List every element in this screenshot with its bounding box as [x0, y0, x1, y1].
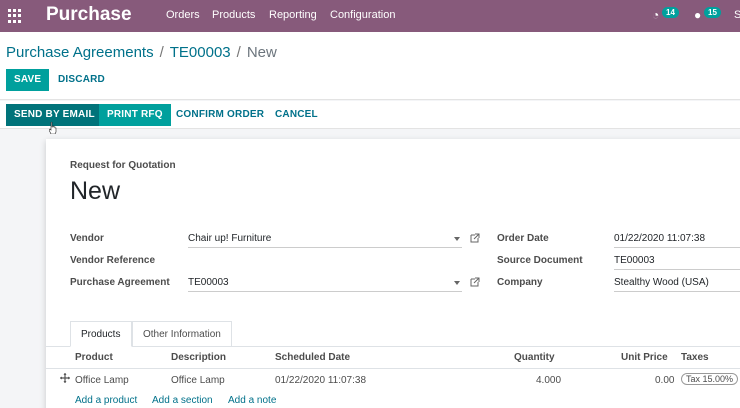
external-link-icon[interactable] — [470, 277, 480, 287]
col-description[interactable]: Description — [171, 352, 226, 363]
order-date-field[interactable]: 01/22/2020 11:07:38 — [614, 230, 740, 248]
agreement-dropdown-icon[interactable] — [454, 281, 460, 285]
vendor-reference-label: Vendor Reference — [70, 255, 156, 266]
control-panel: Purchase Agreements / TE00003/New SAVE DIS… — [0, 32, 740, 100]
menu-orders[interactable]: Orders — [166, 9, 200, 21]
tax-tag[interactable]: Tax 15.00% — [681, 373, 739, 385]
purchase-agreement-label: Purchase Agreement — [70, 277, 170, 288]
save-button[interactable]: SAVE — [6, 69, 50, 91]
vendor-field[interactable]: Chair up! Furniture — [188, 230, 462, 248]
menu-products[interactable]: Products — [212, 9, 255, 21]
activity-badge: 14 — [662, 7, 679, 18]
chat-icon: ● — [694, 8, 702, 22]
menu-reporting[interactable]: Reporting — [269, 9, 317, 21]
app-brand[interactable]: Purchase — [46, 4, 132, 26]
table-row-product[interactable]: Office Lamp — [75, 375, 129, 386]
top-navbar: Purchase Orders Products Reporting Confi… — [0, 0, 740, 32]
table-row-date[interactable]: 01/22/2020 11:07:38 — [275, 375, 366, 386]
vendor-label: Vendor — [70, 233, 104, 244]
breadcrumb-current: New — [246, 44, 277, 61]
breadcrumb-purchase-agreements[interactable]: Purchase Agreements — [6, 44, 154, 61]
hand-cursor-icon — [49, 122, 57, 134]
col-taxes[interactable]: Taxes — [681, 352, 709, 363]
form-sheet: Request for Quotation New Vendor Chair u… — [46, 139, 740, 408]
company-label: Company — [497, 277, 543, 288]
source-document-field[interactable]: TE00003 — [614, 252, 740, 270]
cancel-button[interactable]: CANCEL — [267, 104, 326, 126]
menu-configuration[interactable]: Configuration — [330, 9, 395, 21]
col-quantity[interactable]: Quantity — [514, 352, 555, 363]
document-name: New — [70, 177, 121, 205]
table-row-description[interactable]: Office Lamp — [171, 375, 225, 386]
col-product[interactable]: Product — [75, 352, 113, 363]
messages-badge: 15 — [704, 7, 721, 18]
col-unit-price[interactable]: Unit Price — [621, 352, 668, 363]
discard-button[interactable]: DISCARD — [50, 69, 113, 91]
breadcrumb: Purchase Agreements / TE00003/New — [6, 44, 277, 61]
breadcrumb-te00003[interactable]: TE00003 — [170, 44, 231, 61]
add-section-link[interactable]: Add a section — [152, 395, 213, 406]
document-type: Request for Quotation — [70, 160, 176, 171]
header-divider — [46, 368, 740, 369]
table-row-unit-price[interactable]: 0.00 — [655, 375, 674, 386]
tab-other-information[interactable]: Other Information — [132, 321, 232, 347]
print-rfq-button[interactable]: PRINT RFQ — [99, 104, 171, 126]
tab-products[interactable]: Products — [70, 321, 132, 347]
clock-icon: ◔ — [652, 8, 660, 22]
user-menu[interactable]: S — [734, 9, 740, 21]
add-product-link[interactable]: Add a product — [75, 395, 137, 406]
company-field[interactable]: Stealthy Wood (USA) — [614, 274, 740, 292]
order-date-label: Order Date — [497, 233, 549, 244]
vendor-dropdown-icon[interactable] — [454, 237, 460, 241]
vendor-reference-field[interactable] — [188, 252, 462, 270]
confirm-order-button[interactable]: CONFIRM ORDER — [168, 104, 272, 126]
purchase-agreement-field[interactable]: TE00003 — [188, 274, 462, 292]
external-link-icon[interactable] — [470, 233, 480, 243]
source-document-label: Source Document — [497, 255, 583, 266]
drag-handle-icon[interactable] — [60, 373, 70, 383]
col-scheduled-date[interactable]: Scheduled Date — [275, 352, 350, 363]
table-row-quantity[interactable]: 4.000 — [536, 375, 561, 386]
add-note-link[interactable]: Add a note — [228, 395, 276, 406]
status-bar: SEND BY EMAIL PRINT RFQ CONFIRM ORDER CA… — [0, 101, 740, 129]
apps-menu-icon[interactable] — [8, 9, 22, 23]
